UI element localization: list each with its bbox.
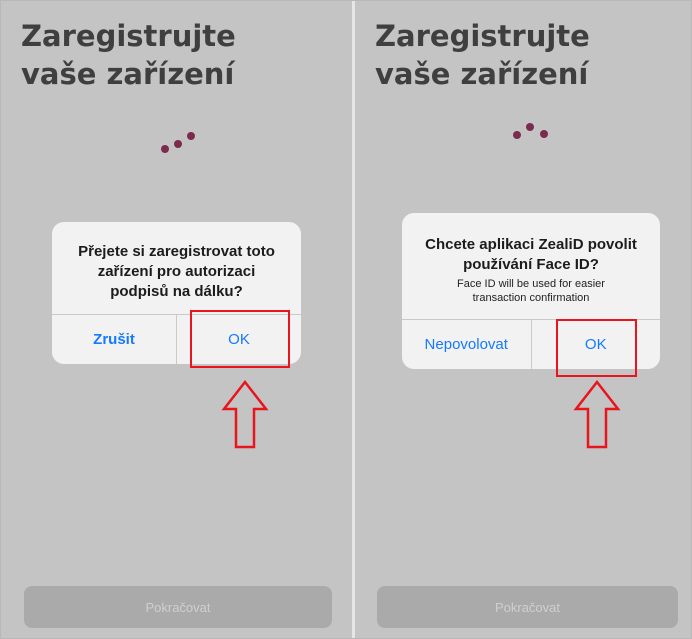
dialog-detail: Face ID will be used for easier transact… [402, 277, 660, 305]
dialog-message: Přejete si zaregistrovat toto zařízení p… [52, 242, 301, 302]
title-line-2: vaše zařízení [21, 57, 235, 91]
continue-button[interactable]: Pokračovat [377, 586, 678, 628]
dialog-message-line: používání Face ID? [463, 256, 599, 273]
left-phone-screen: Zaregistrujte vaše zařízení Přejete si z… [1, 1, 352, 638]
right-phone-screen: Zaregistrujte vaše zařízení Chcete aplik… [355, 1, 691, 638]
ok-button-highlight [190, 310, 290, 368]
up-arrow-icon [573, 379, 621, 449]
page-frame: Zaregistrujte vaše zařízení Přejete si z… [0, 0, 692, 639]
dialog-detail-line: transaction confirmation [472, 292, 590, 304]
up-arrow-icon [221, 379, 269, 449]
page-title: Zaregistrujte vaše zařízení [375, 17, 590, 93]
title-line-2: vaše zařízení [375, 57, 589, 91]
cancel-button[interactable]: Zrušit [52, 315, 176, 364]
ok-button-highlight [556, 319, 637, 377]
dialog-message-line: zařízení pro autorizaci [97, 263, 256, 280]
dialog-message: Chcete aplikaci ZealiD povolit používání… [402, 235, 660, 275]
dialog-message-line: podpisů na dálku? [110, 283, 243, 300]
dialog-message-line: Přejete si zaregistrovat toto [78, 243, 275, 260]
title-line-1: Zaregistrujte [375, 19, 590, 53]
title-line-1: Zaregistrujte [21, 19, 236, 53]
continue-button[interactable]: Pokračovat [24, 586, 332, 628]
dialog-detail-line: Face ID will be used for easier [457, 278, 605, 290]
page-title: Zaregistrujte vaše zařízení [21, 17, 236, 93]
dialog-message-line: Chcete aplikaci ZealiD povolit [425, 236, 637, 253]
deny-button[interactable]: Nepovolovat [402, 320, 531, 369]
